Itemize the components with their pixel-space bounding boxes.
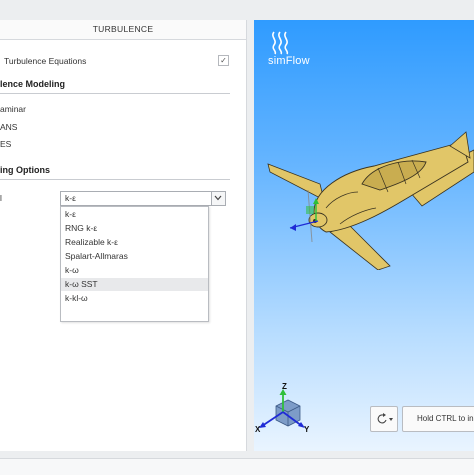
model-label: l bbox=[0, 193, 2, 203]
dropdown-option-k-omega[interactable]: k-ω bbox=[61, 264, 208, 277]
dropdown-option-spalart-allmaras[interactable]: Spalart-Allmaras bbox=[61, 250, 208, 263]
ctrl-hint: Hold CTRL to in bbox=[402, 406, 474, 432]
modeling-option-les[interactable]: ES bbox=[0, 139, 11, 149]
dropdown-option-k-omega-sst[interactable]: k-ω SST bbox=[61, 278, 208, 291]
turbulence-equations-checkbox[interactable]: ✓ bbox=[218, 55, 229, 66]
turbulence-panel: TURBULENCE Turbulence Equations ✓ lence … bbox=[0, 20, 247, 451]
modeling-option-laminar[interactable]: aminar bbox=[0, 104, 26, 114]
modeling-options-title: ing Options bbox=[0, 165, 50, 175]
rotate-view-icon bbox=[377, 413, 393, 424]
axis-label-z: Z bbox=[282, 382, 287, 391]
3d-viewport[interactable]: simFlow Z X Y Hold CTRL to in bbox=[254, 20, 474, 451]
turbulence-equations-label: Turbulence Equations bbox=[4, 56, 87, 66]
modeling-option-rans[interactable]: ANS bbox=[0, 122, 17, 132]
axis-label-x: X bbox=[255, 425, 261, 434]
panel-title: TURBULENCE bbox=[0, 20, 246, 40]
ctrl-hint-text: Hold CTRL to in bbox=[417, 414, 474, 423]
simflow-logo-icon bbox=[272, 31, 289, 55]
section-divider bbox=[0, 179, 230, 180]
simflow-logo-text: simFlow bbox=[268, 55, 310, 67]
turbulence-model-dropdown[interactable]: k-ε RNG k-ε Realizable k-ε Spalart-Allma… bbox=[60, 206, 209, 322]
turbulence-model-select[interactable]: k-ε bbox=[60, 191, 226, 206]
view-reset-button[interactable] bbox=[370, 406, 398, 432]
section-divider bbox=[0, 93, 230, 94]
dropdown-option-k-epsilon[interactable]: k-ε bbox=[61, 208, 208, 221]
chevron-down-icon[interactable] bbox=[211, 192, 225, 205]
status-bar bbox=[0, 458, 474, 475]
turbulence-modeling-title: lence Modeling bbox=[0, 79, 66, 89]
dropdown-option-realizable-k-epsilon[interactable]: Realizable k-ε bbox=[61, 236, 208, 249]
axis-triad: Z X Y bbox=[255, 382, 310, 434]
turbulence-model-value: k-ε bbox=[65, 193, 76, 203]
dropdown-option-k-kl-omega[interactable]: k-kl-ω bbox=[61, 292, 208, 305]
axis-label-y: Y bbox=[304, 425, 310, 434]
dropdown-option-rng-k-epsilon[interactable]: RNG k-ε bbox=[61, 222, 208, 235]
aircraft-model bbox=[267, 131, 474, 270]
